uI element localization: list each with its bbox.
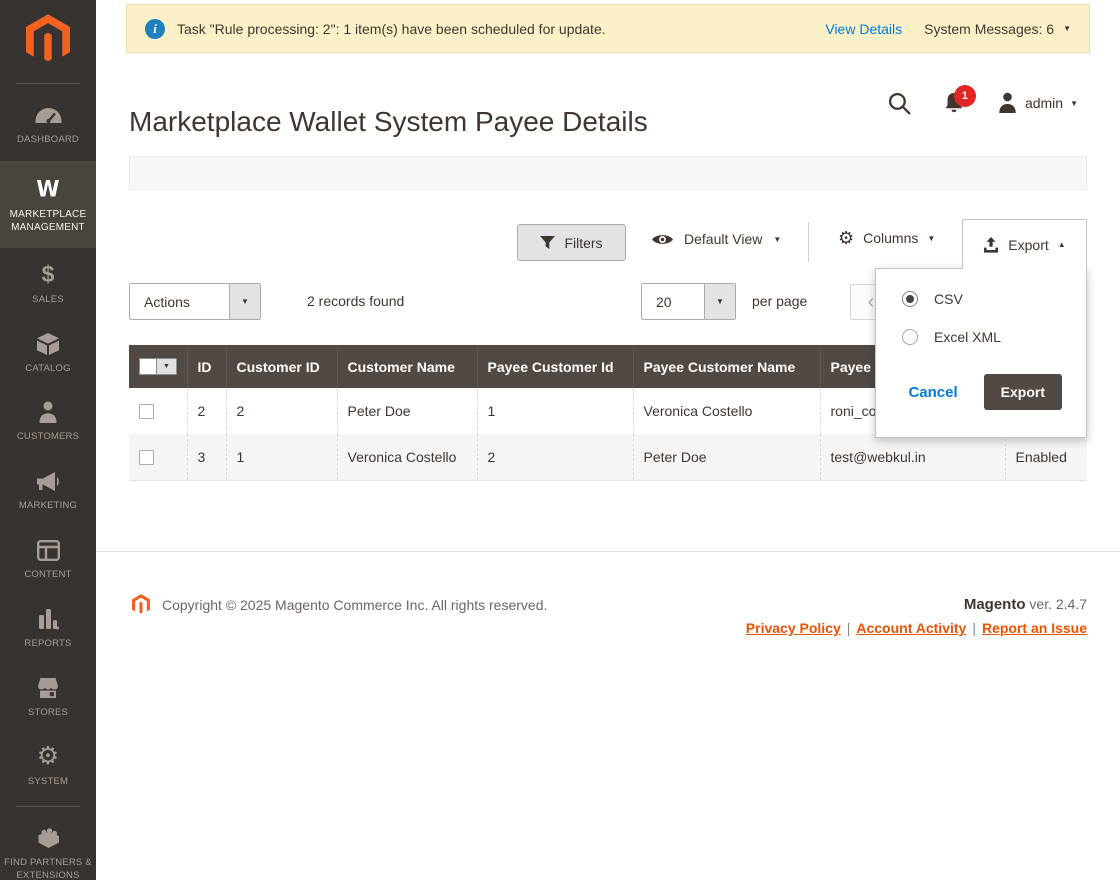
sidebar-item-sales[interactable]: $ SALES xyxy=(0,252,96,317)
privacy-policy-link[interactable]: Privacy Policy xyxy=(746,620,841,636)
records-count: 2 records found xyxy=(307,293,405,309)
row-checkbox[interactable] xyxy=(139,403,154,419)
magento-footer-logo-icon xyxy=(132,594,150,614)
page-title: Marketplace Wallet System Payee Details xyxy=(129,105,648,137)
table-row: 3 1 Veronica Costello 2 Peter Doe test@w… xyxy=(129,434,1087,481)
column-header-customer-name[interactable]: Customer Name xyxy=(336,345,477,388)
system-message-bar: i Task "Rule processing: 2": 1 item(s) h… xyxy=(126,4,1090,53)
admin-username: admin xyxy=(1024,95,1064,111)
content-icon xyxy=(0,536,96,564)
actions-dropdown[interactable]: Actions ▼ xyxy=(129,283,261,320)
column-header-payee-customer-id[interactable]: Payee Customer Id xyxy=(476,345,633,388)
catalog-icon xyxy=(0,330,96,358)
system-message-text: Task "Rule processing: 2": 1 item(s) hav… xyxy=(177,20,606,37)
caret-down-icon: ▼ xyxy=(229,284,260,319)
export-option-csv[interactable]: CSV xyxy=(902,291,1086,307)
version-text: Magento ver. 2.4.7 xyxy=(963,596,1087,613)
magento-logo[interactable] xyxy=(0,0,96,75)
toolbar-divider xyxy=(808,222,809,262)
view-selector[interactable]: Default View ▼ xyxy=(652,231,781,247)
stores-icon xyxy=(0,674,96,702)
export-dropdown-panel: CSV Excel XML Cancel Export xyxy=(875,268,1087,438)
caret-down-icon[interactable]: ▼ xyxy=(156,359,176,374)
sales-icon: $ xyxy=(41,261,55,288)
reports-icon xyxy=(0,605,96,633)
caret-down-icon: ▼ xyxy=(927,233,936,243)
eye-icon xyxy=(652,234,673,244)
sidebar-item-dashboard[interactable]: DASHBOARD xyxy=(0,92,96,157)
caret-down-icon: ▼ xyxy=(1070,98,1078,108)
export-upload-icon xyxy=(984,236,999,253)
columns-selector[interactable]: ⚙ Columns ▼ xyxy=(838,229,935,247)
column-header-customer-id[interactable]: Customer ID xyxy=(225,345,337,388)
system-messages-toggle[interactable]: System Messages: 6 ▼ xyxy=(924,21,1071,37)
magento-logo-icon xyxy=(26,14,70,62)
page-footer: Copyright © 2025 Magento Commerce Inc. A… xyxy=(96,551,1120,880)
chevron-left-icon: ‹ xyxy=(867,290,875,313)
user-icon xyxy=(999,92,1016,113)
sidebar-divider xyxy=(16,806,80,808)
dashboard-icon xyxy=(0,101,96,129)
notifications-button[interactable]: 1 xyxy=(943,84,976,115)
admin-account-menu[interactable]: admin ▼ xyxy=(997,92,1078,114)
grid-notice-band xyxy=(129,156,1087,190)
main-content: i Task "Rule processing: 2": 1 item(s) h… xyxy=(96,0,1120,880)
marketing-icon xyxy=(0,467,96,495)
marketplace-icon: W xyxy=(36,176,60,202)
sidebar-item-marketplace-management[interactable]: W MARKETPLACE MANAGEMENT xyxy=(0,160,96,248)
caret-down-icon: ▼ xyxy=(1063,24,1071,33)
caret-up-icon: ▲ xyxy=(1057,240,1066,249)
search-icon[interactable] xyxy=(888,92,911,115)
view-details-link[interactable]: View Details xyxy=(825,21,902,37)
caret-down-icon: ▼ xyxy=(773,234,782,244)
radio-unchecked-icon[interactable] xyxy=(902,329,918,345)
notification-count-badge: 1 xyxy=(953,84,976,107)
cancel-button[interactable]: Cancel xyxy=(908,384,957,401)
filters-button[interactable]: Filters xyxy=(517,224,626,261)
sidebar-item-catalog[interactable]: CATALOG xyxy=(0,321,96,386)
copyright-text: Copyright © 2025 Magento Commerce Inc. A… xyxy=(162,596,548,613)
checkbox-icon[interactable] xyxy=(140,359,156,374)
row-checkbox[interactable] xyxy=(139,449,154,465)
radio-checked-icon[interactable] xyxy=(902,291,918,307)
export-option-excel-xml[interactable]: Excel XML xyxy=(902,329,1086,345)
column-header-payee-customer-name[interactable]: Payee Customer Name xyxy=(632,345,820,388)
export-confirm-button[interactable]: Export xyxy=(983,374,1062,410)
gear-icon: ⚙ xyxy=(838,228,855,248)
sidebar-item-reports[interactable]: REPORTS xyxy=(0,596,96,661)
sidebar-item-content[interactable]: CONTENT xyxy=(0,527,96,592)
filter-icon xyxy=(540,236,556,249)
sidebar-item-find-partners[interactable]: FIND PARTNERS & EXTENSIONS xyxy=(0,815,96,893)
caret-down-icon: ▼ xyxy=(704,284,735,319)
find-partners-icon xyxy=(0,824,96,852)
export-button[interactable]: Export ▲ xyxy=(962,219,1087,269)
sidebar-item-marketing[interactable]: MARKETING xyxy=(0,458,96,523)
sidebar-item-system[interactable]: ⚙ SYSTEM xyxy=(0,734,96,799)
per-page-dropdown[interactable]: 20 ▼ xyxy=(641,283,736,320)
select-all-checkbox[interactable]: ▼ xyxy=(139,358,177,375)
report-an-issue-link[interactable]: Report an Issue xyxy=(982,620,1087,636)
account-activity-link[interactable]: Account Activity xyxy=(856,620,966,636)
select-all-header: ▼ xyxy=(129,345,187,388)
sidebar-item-customers[interactable]: CUSTOMERS xyxy=(0,389,96,454)
admin-sidebar: DASHBOARD W MARKETPLACE MANAGEMENT $ SAL… xyxy=(0,0,96,881)
sidebar-item-stores[interactable]: STORES xyxy=(0,665,96,730)
customers-icon xyxy=(0,398,96,426)
per-page-label: per page xyxy=(752,293,808,309)
column-header-id[interactable]: ID xyxy=(186,345,226,388)
system-icon: ⚙ xyxy=(36,742,60,770)
sidebar-divider xyxy=(16,83,80,84)
info-icon: i xyxy=(145,18,165,39)
